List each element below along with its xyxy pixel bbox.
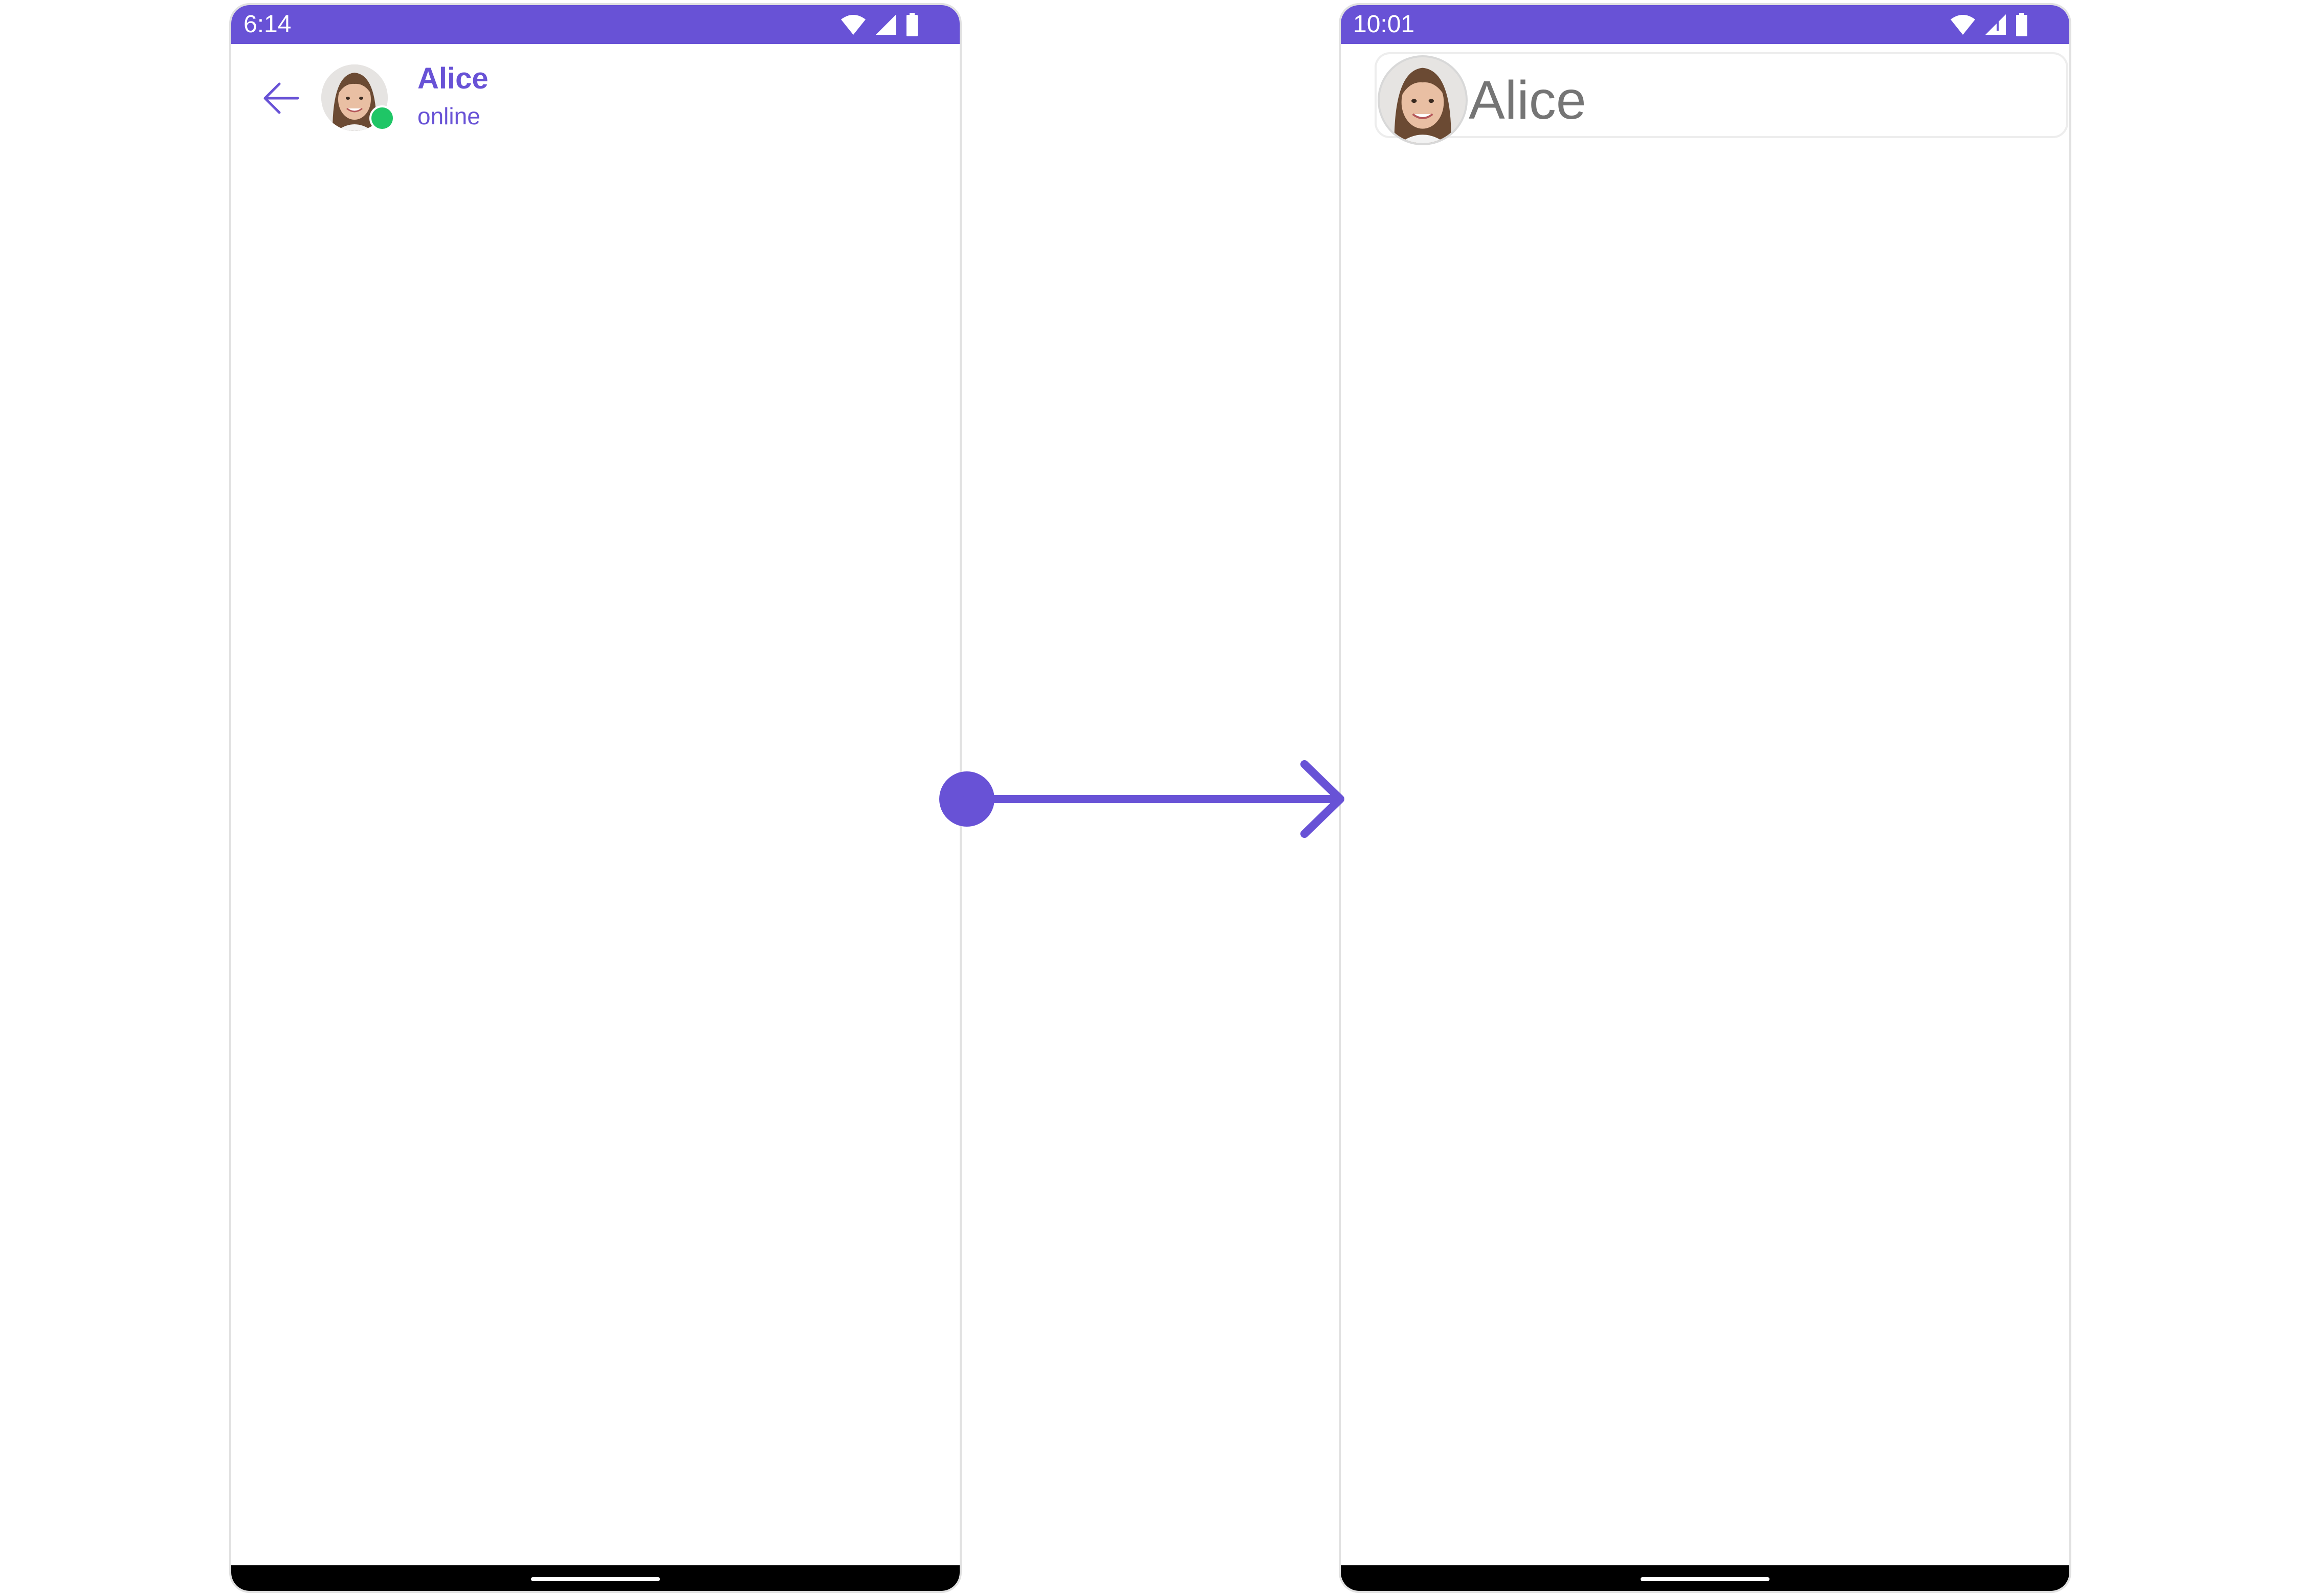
arrow-left-icon — [263, 82, 299, 114]
battery-icon — [2016, 13, 2027, 36]
wifi-icon — [841, 15, 866, 35]
phone-screen-before: 6:14 Alice online — [229, 3, 962, 1593]
avatar[interactable] — [1378, 55, 1468, 145]
status-icons — [840, 11, 919, 38]
signal-icon — [1985, 14, 2006, 35]
phone-screen-after: 10:01 Alice — [1339, 3, 2071, 1593]
battery-icon — [906, 13, 918, 36]
navigation-bar — [1341, 1565, 2069, 1591]
home-handle[interactable] — [1641, 1577, 1769, 1581]
status-icons — [1950, 11, 2028, 38]
arrow-head-icon — [1300, 760, 1344, 838]
avatar-container[interactable] — [321, 64, 395, 131]
online-status-dot — [369, 105, 395, 131]
user-status: online — [417, 103, 480, 129]
status-bar: 10:01 — [1341, 5, 2069, 44]
status-time: 10:01 — [1353, 11, 1415, 38]
user-avatar-photo — [1380, 57, 1466, 143]
navigation-bar — [231, 1565, 960, 1591]
signal-icon — [876, 14, 896, 35]
back-button[interactable] — [259, 77, 302, 120]
user-name: Alice — [1469, 70, 1586, 130]
home-handle[interactable] — [531, 1577, 660, 1581]
wifi-icon — [1951, 15, 1975, 35]
status-bar: 6:14 — [231, 5, 960, 44]
user-name: Alice — [417, 62, 489, 95]
status-time: 6:14 — [244, 11, 292, 38]
